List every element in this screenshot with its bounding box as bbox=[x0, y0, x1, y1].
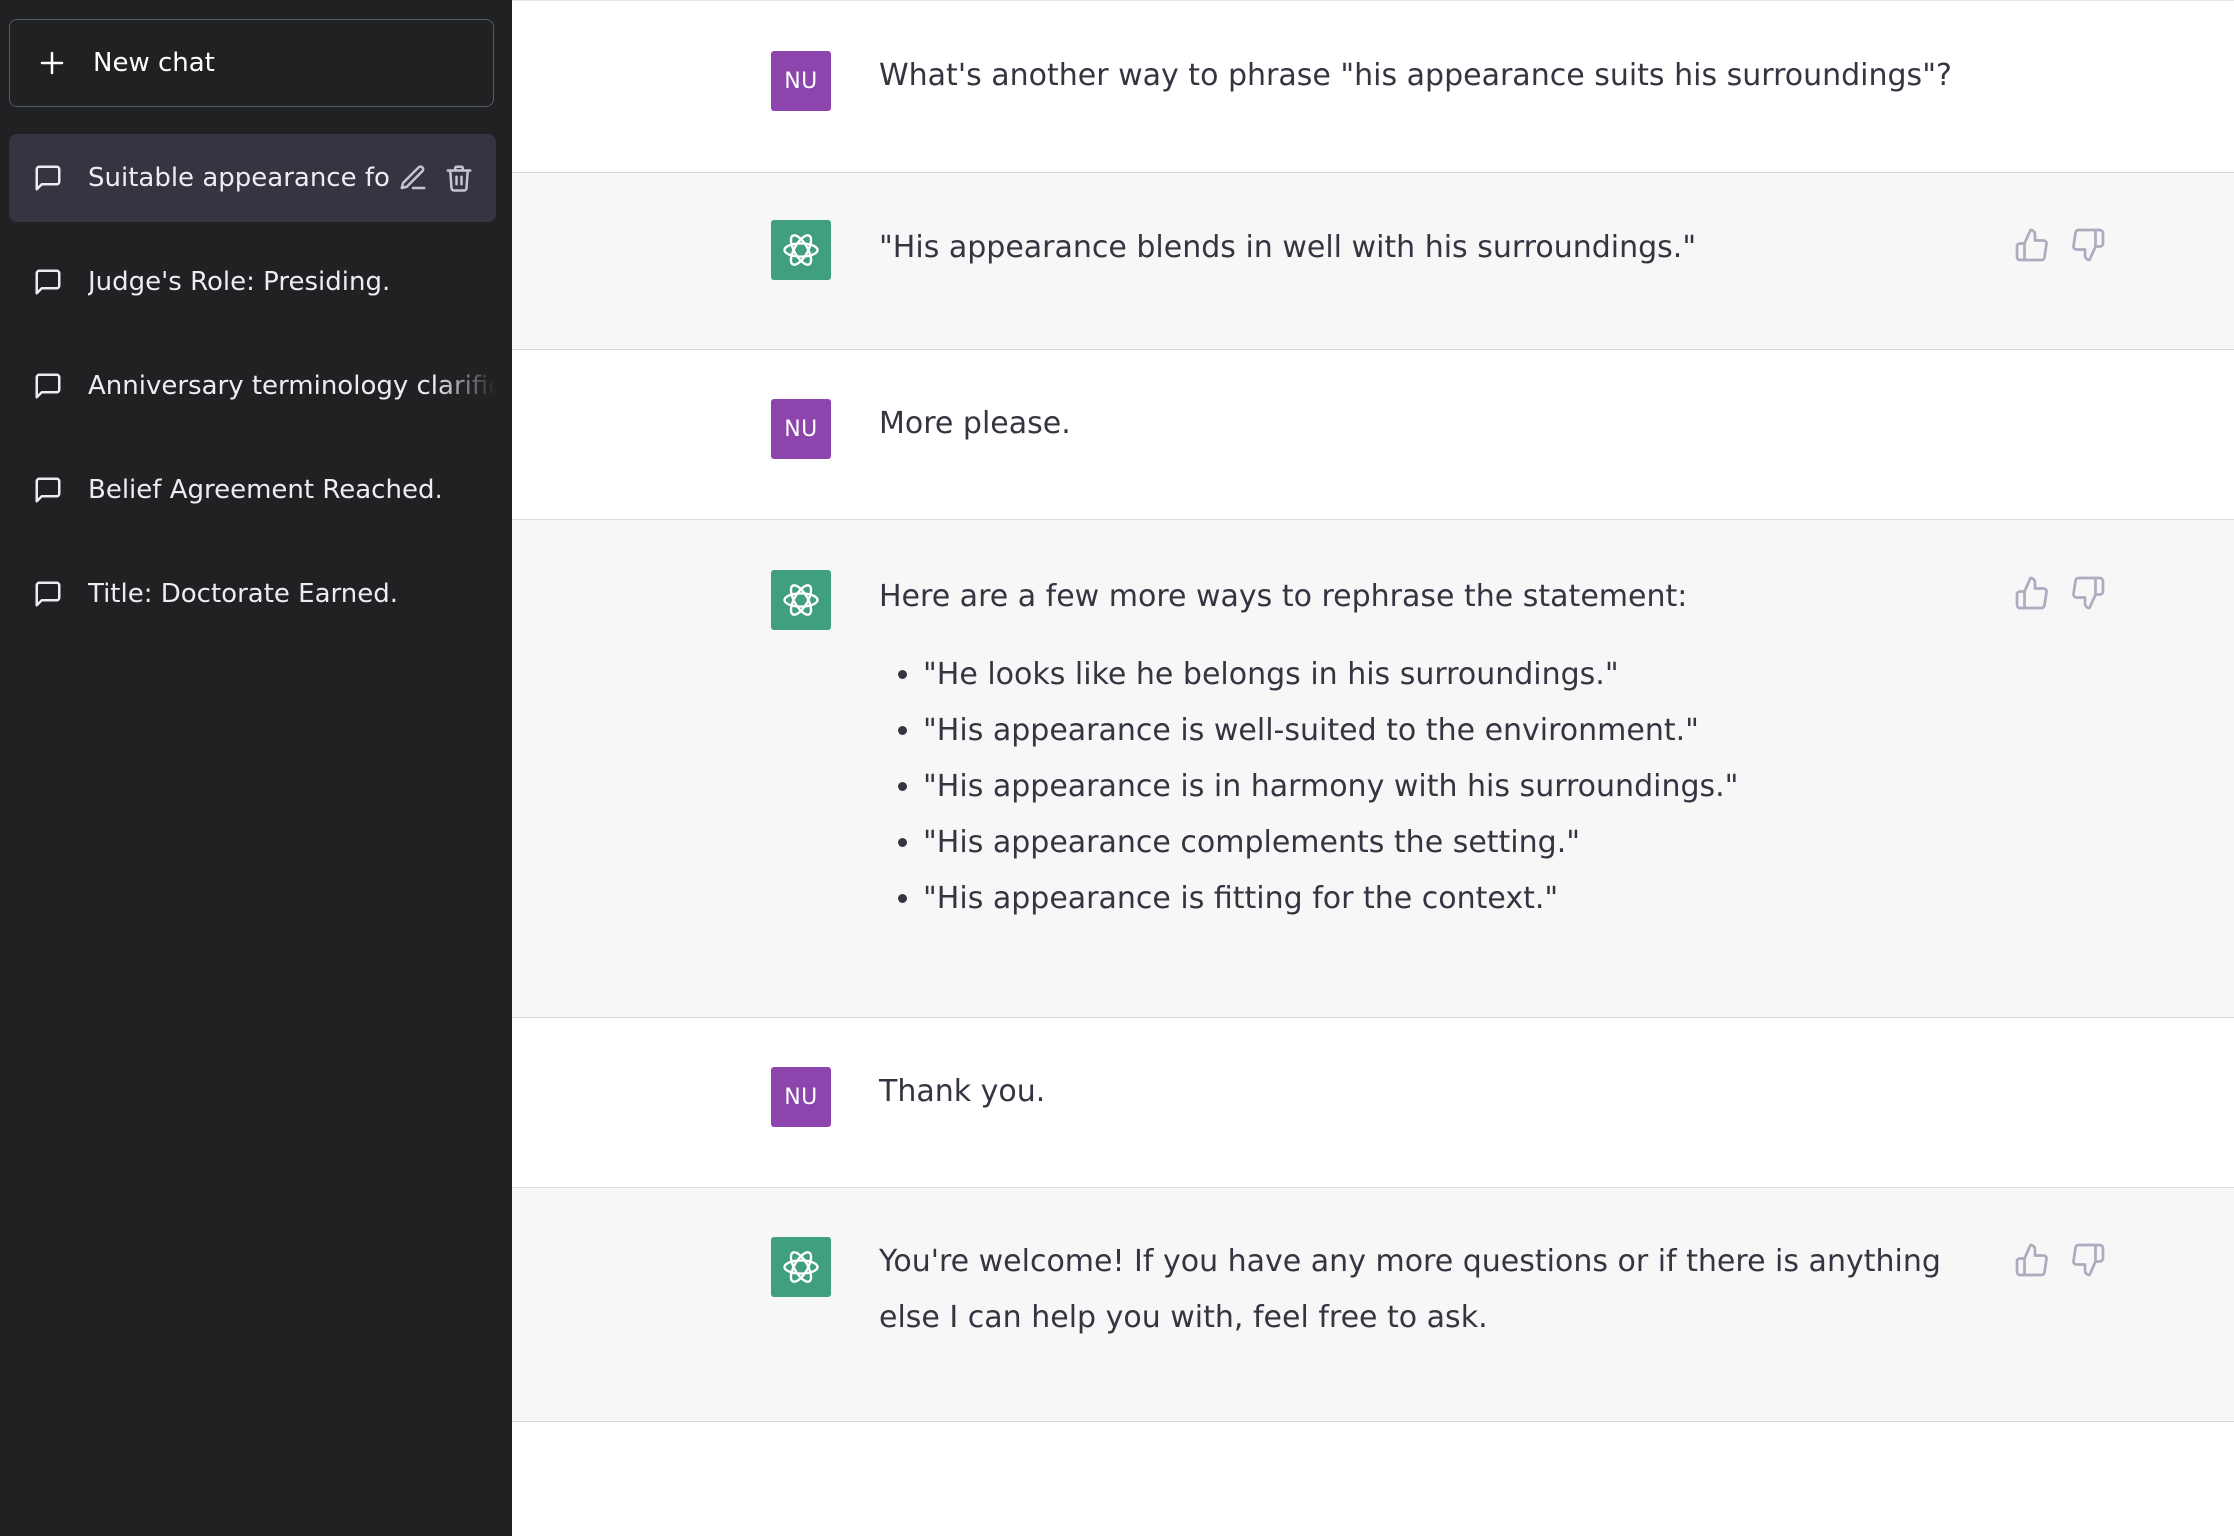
conversation-item-anniversary-terminology[interactable]: Anniversary terminology clarification bbox=[9, 342, 496, 430]
list-item: "He looks like he belongs in his surroun… bbox=[923, 647, 1969, 703]
conversation-actions bbox=[398, 163, 474, 193]
list-item: "His appearance is in harmony with his s… bbox=[923, 759, 1969, 815]
chat-bubble-icon bbox=[35, 373, 61, 399]
thumbs-down-icon[interactable] bbox=[2070, 575, 2106, 611]
openai-logo-icon bbox=[783, 1251, 819, 1283]
message-paragraph: "His appearance blends in well with his … bbox=[879, 230, 1697, 265]
thumbs-up-icon[interactable] bbox=[2014, 1242, 2050, 1278]
list-item: "His appearance is well-suited to the en… bbox=[923, 703, 1969, 759]
assistant-avatar bbox=[771, 220, 831, 280]
conversation-title: Belief Agreement Reached. bbox=[88, 475, 443, 505]
chat-bubble-icon bbox=[35, 581, 61, 607]
assistant-message: Here are a few more ways to rephrase the… bbox=[512, 520, 2234, 1018]
thumbs-down-icon[interactable] bbox=[2070, 1242, 2106, 1278]
thumbs-up-icon[interactable] bbox=[2014, 227, 2050, 263]
chat-bubble-icon bbox=[35, 165, 61, 191]
message-paragraph: You're welcome! If you have any more que… bbox=[879, 1244, 1941, 1335]
user-message: NU Thank you. bbox=[512, 1018, 2234, 1188]
message-paragraph: What's another way to phrase "his appear… bbox=[879, 58, 1952, 93]
conversation-item-suitable-appearance[interactable]: Suitable appearance fo bbox=[9, 134, 496, 222]
list-item: "His appearance is fitting for the conte… bbox=[923, 871, 1969, 927]
new-chat-label: New chat bbox=[93, 48, 215, 78]
conversation-item-judges-role[interactable]: Judge's Role: Presiding. bbox=[9, 238, 496, 326]
conversation-title: Title: Doctorate Earned. bbox=[88, 579, 398, 609]
thumbs-up-icon[interactable] bbox=[2014, 575, 2050, 611]
chat-bubble-icon bbox=[35, 269, 61, 295]
chat-main: NU What's another way to phrase "his app… bbox=[512, 0, 2234, 1536]
conversation-title: Suitable appearance fo bbox=[88, 163, 390, 193]
user-message: NU More please. bbox=[512, 350, 2234, 520]
assistant-avatar bbox=[771, 1237, 831, 1297]
pencil-icon[interactable] bbox=[398, 163, 428, 193]
new-chat-button[interactable]: New chat bbox=[9, 19, 494, 107]
assistant-avatar bbox=[771, 570, 831, 630]
openai-logo-icon bbox=[783, 584, 819, 616]
message-paragraph: Here are a few more ways to rephrase the… bbox=[879, 579, 1688, 614]
conversation-title: Anniversary terminology clarification bbox=[88, 371, 496, 401]
message-text: Thank you. bbox=[879, 1064, 1969, 1120]
conversation-item-doctorate-earned[interactable]: Title: Doctorate Earned. bbox=[9, 550, 496, 638]
message-paragraph: Thank you. bbox=[879, 1074, 1046, 1109]
conversation-title: Judge's Role: Presiding. bbox=[88, 267, 391, 297]
rephrase-list: "He looks like he belongs in his surroun… bbox=[879, 647, 1969, 927]
assistant-message: You're welcome! If you have any more que… bbox=[512, 1188, 2234, 1422]
message-text: More please. bbox=[879, 396, 1969, 452]
message-text: "His appearance blends in well with his … bbox=[879, 220, 1969, 276]
list-item: "His appearance complements the setting.… bbox=[923, 815, 1969, 871]
plus-icon bbox=[40, 51, 64, 75]
feedback-controls bbox=[2014, 227, 2106, 263]
message-text: Here are a few more ways to rephrase the… bbox=[879, 569, 1969, 927]
conversation-list: Suitable appearance fo Judge's Role: Pre… bbox=[9, 134, 496, 654]
message-paragraph: More please. bbox=[879, 406, 1071, 441]
user-avatar: NU bbox=[771, 399, 831, 459]
message-text: You're welcome! If you have any more que… bbox=[879, 1234, 1969, 1346]
conversation-item-belief-agreement[interactable]: Belief Agreement Reached. bbox=[9, 446, 496, 534]
assistant-message: "His appearance blends in well with his … bbox=[512, 173, 2234, 350]
message-text: What's another way to phrase "his appear… bbox=[879, 48, 1969, 104]
user-avatar: NU bbox=[771, 51, 831, 111]
chat-bubble-icon bbox=[35, 477, 61, 503]
sidebar: New chat Suitable appearance fo Judge's … bbox=[0, 0, 512, 1536]
user-avatar: NU bbox=[771, 1067, 831, 1127]
openai-logo-icon bbox=[783, 234, 819, 266]
trash-icon[interactable] bbox=[444, 163, 474, 193]
feedback-controls bbox=[2014, 575, 2106, 611]
user-message: NU What's another way to phrase "his app… bbox=[512, 1, 2234, 173]
thumbs-down-icon[interactable] bbox=[2070, 227, 2106, 263]
feedback-controls bbox=[2014, 1242, 2106, 1278]
